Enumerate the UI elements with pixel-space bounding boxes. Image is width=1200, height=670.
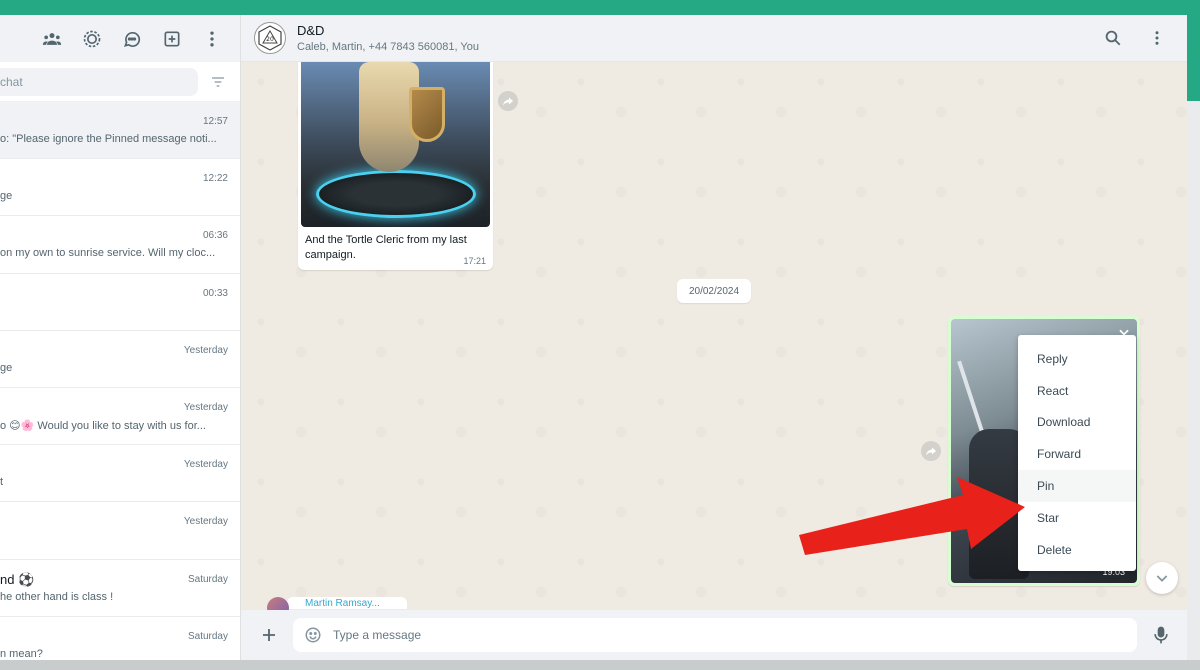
conversation-actions [1103, 28, 1187, 48]
incoming-image-message[interactable]: And the Tortle Cleric from my last campa… [298, 62, 493, 270]
sender-name: Martin Ramsay... [305, 598, 380, 609]
message-input[interactable] [333, 628, 1137, 642]
message-composer [241, 610, 1187, 660]
message-input-box [293, 618, 1137, 652]
whatsapp-app: 12:57 o: "Please ignore the Pinned messa… [0, 15, 1187, 660]
tortle-cleric-image[interactable] [301, 62, 490, 227]
chat-time: Yesterday [183, 344, 228, 356]
message-caption: And the Tortle Cleric from my last campa… [305, 234, 467, 261]
chat-name: nd ⚽ [0, 571, 35, 587]
menu-item-download[interactable]: Download [1018, 407, 1136, 439]
partial-next-message[interactable]: Martin Ramsay... [287, 597, 407, 609]
red-arrow-annotation [799, 477, 1025, 555]
chat-time: Saturday [187, 630, 228, 642]
chat-list-item[interactable]: 12:22 ge [0, 159, 240, 217]
menu-item-react[interactable]: React [1018, 375, 1136, 407]
channels-icon[interactable] [122, 29, 142, 49]
status-icon[interactable] [82, 29, 102, 49]
menu-item-star[interactable]: Star [1018, 502, 1136, 534]
microphone-icon[interactable] [1151, 625, 1171, 645]
attach-plus-icon[interactable] [259, 626, 279, 644]
search-icon[interactable] [1103, 28, 1123, 48]
chat-list-item[interactable]: 12:57 o: "Please ignore the Pinned messa… [0, 102, 240, 160]
chat-list-item[interactable]: Yesterday o 😊🌸 Would you like to stay wi… [0, 388, 240, 446]
conversation-title: D&D [297, 23, 325, 38]
communities-icon[interactable] [42, 29, 62, 49]
search-box [0, 67, 198, 96]
chat-preview: on my own to sunrise service. Will my cl… [0, 247, 216, 260]
group-avatar[interactable]: 20 [254, 22, 286, 54]
chat-preview: t [0, 476, 4, 489]
chat-preview: o 😊🌸 Would you like to stay with us for.… [0, 419, 206, 432]
chat-preview: he other hand is class ! [0, 590, 114, 603]
menu-item-forward[interactable]: Forward [1018, 438, 1136, 470]
chat-time: 00:33 [202, 287, 228, 299]
conversation-info: D&D Caleb, Martin, +44 7843 560081, You [297, 23, 479, 53]
glowing-base [316, 170, 476, 218]
search-input[interactable] [0, 74, 198, 89]
chat-preview: ge [0, 361, 13, 374]
tortle-shield [409, 87, 445, 142]
chat-preview: ge [0, 190, 13, 203]
conversation-pane: 20 D&D Caleb, Martin, +44 7843 560081, Y… [241, 15, 1187, 660]
chat-preview: n mean? [0, 647, 43, 660]
window-top-bar [0, 0, 1200, 15]
menu-item-reply[interactable]: Reply [1018, 343, 1136, 375]
conversation-header[interactable]: 20 D&D Caleb, Martin, +44 7843 560081, Y… [241, 15, 1187, 62]
chat-time: Yesterday [183, 459, 228, 471]
conversation-menu-icon[interactable] [1147, 28, 1167, 48]
conversation-members: Caleb, Martin, +44 7843 560081, You [297, 41, 479, 53]
window-right-accent [1187, 15, 1200, 101]
chat-list-item[interactable]: Yesterday ge [0, 331, 240, 388]
search-row [0, 62, 240, 102]
message-time: 17:21 [463, 256, 486, 266]
message-area[interactable]: And the Tortle Cleric from my last campa… [241, 62, 1187, 610]
chat-list-item[interactable]: Saturday n mean? [0, 617, 240, 660]
menu-kebab-icon[interactable] [202, 29, 222, 49]
chat-time: 12:22 [202, 173, 228, 185]
filter-icon[interactable] [206, 74, 230, 90]
new-chat-icon[interactable] [162, 29, 182, 49]
scroll-down-button[interactable] [1146, 562, 1178, 594]
emoji-icon[interactable] [304, 626, 322, 644]
chat-time: Saturday [187, 573, 228, 585]
svg-text:20: 20 [266, 36, 274, 43]
chat-list-item[interactable]: Yesterday [0, 502, 240, 560]
chat-time: 06:36 [202, 230, 228, 242]
d20-icon: 20 [258, 25, 282, 51]
window-bottom-strip [0, 660, 1200, 670]
chat-list: 12:57 o: "Please ignore the Pinned messa… [0, 102, 240, 660]
sidebar-header [0, 15, 240, 62]
menu-item-delete[interactable]: Delete [1018, 534, 1136, 566]
chat-list-item[interactable]: 06:36 on my own to sunrise service. Will… [0, 216, 240, 274]
sidebar: 12:57 o: "Please ignore the Pinned messa… [0, 15, 241, 660]
message-context-menu: Reply React Download Forward Pin Star De… [1018, 335, 1136, 571]
chat-time: 12:57 [202, 116, 228, 127]
window-right-gutter [1187, 101, 1200, 660]
chat-list-item[interactable]: Yesterday t [0, 445, 240, 503]
chat-list-item[interactable]: nd ⚽ Saturday he other hand is class ! [0, 560, 240, 617]
forward-icon[interactable] [498, 91, 518, 111]
chat-list-item[interactable]: 00:33 [0, 274, 240, 331]
chat-time: Yesterday [183, 516, 228, 528]
chat-time: Yesterday [183, 401, 228, 413]
menu-item-pin[interactable]: Pin [1018, 470, 1136, 502]
chat-preview: o: "Please ignore the Pinned message not… [0, 133, 217, 145]
date-divider: 20/02/2024 [677, 279, 751, 303]
sender-avatar[interactable] [267, 597, 289, 610]
